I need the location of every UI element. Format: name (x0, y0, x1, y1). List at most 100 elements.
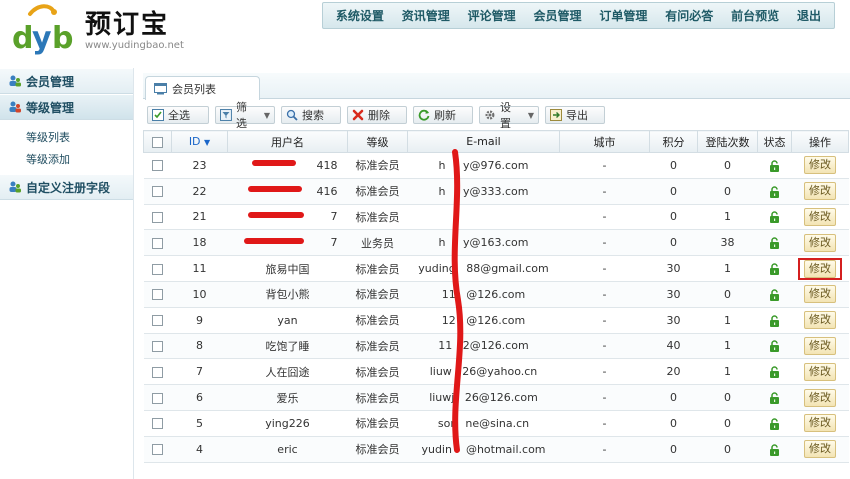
tab-member-list[interactable]: 会员列表 (145, 76, 260, 100)
unlock-icon[interactable] (769, 237, 780, 250)
table-row[interactable]: 23 418 标准会员 h y@976.com -0 0 修改 (143, 152, 849, 179)
row-select[interactable] (143, 152, 172, 179)
sidebar-item-level-add[interactable]: 等级添加 (0, 148, 133, 170)
table-row[interactable]: 9 yan 标准会员 12 @126.com -30 1 修改 (143, 307, 849, 334)
unlock-icon[interactable] (769, 340, 780, 353)
edit-button[interactable]: 修改 (804, 259, 836, 278)
edit-button[interactable]: 修改 (804, 311, 836, 330)
edit-button[interactable]: 修改 (804, 414, 836, 433)
unlock-icon[interactable] (769, 289, 780, 301)
header-status[interactable]: 状态 (757, 130, 792, 153)
table-row[interactable]: 6 爱乐 标准会员 liuwj 26@126.com -0 0 修改 (143, 384, 849, 411)
row-select[interactable] (143, 410, 172, 437)
table-row[interactable]: 4 eric 标准会员 yudin @hotmail.com -0 0 修改 (143, 436, 849, 463)
unlock-icon[interactable] (769, 211, 780, 224)
sidebar-section-levels[interactable]: 等级管理 (0, 94, 133, 120)
filter-dropdown[interactable]: 筛选 ▼ (215, 101, 275, 130)
refresh-button[interactable]: 刷新 (413, 106, 473, 124)
unlock-icon[interactable] (769, 160, 780, 172)
window-icon (154, 82, 167, 94)
edit-button[interactable]: 修改 (804, 233, 836, 252)
unlock-icon[interactable] (769, 366, 780, 379)
header-points[interactable]: 积分 (649, 130, 698, 153)
table-row[interactable]: 5 ying226 标准会员 sor ne@sina.cn -0 0 修改 (143, 410, 849, 437)
row-select[interactable] (143, 358, 172, 386)
row-select[interactable] (143, 281, 172, 308)
cell-actions: 修改 (791, 281, 849, 308)
unlock-icon[interactable] (769, 263, 780, 276)
header-logins[interactable]: 登陆次数 (697, 130, 758, 153)
export-button[interactable]: 导出 (545, 106, 605, 124)
edit-button[interactable]: 修改 (804, 388, 836, 407)
nav-frontend-preview[interactable]: 前台预览 (731, 7, 779, 24)
row-checkbox[interactable] (152, 186, 163, 198)
sidebar-section-members[interactable]: 会员管理 (0, 68, 133, 94)
settings-dropdown[interactable]: 设置 ▼ (479, 101, 539, 130)
row-checkbox[interactable] (152, 444, 163, 456)
select-all-button[interactable]: 全选 (147, 106, 209, 124)
cell-level: 标准会员 (347, 307, 408, 334)
edit-button[interactable]: 修改 (804, 362, 836, 381)
edit-button[interactable]: 修改 (804, 440, 836, 459)
edit-button[interactable]: 修改 (804, 156, 836, 175)
header-select[interactable] (143, 130, 172, 153)
row-checkbox[interactable] (152, 366, 163, 378)
search-button[interactable]: 搜索 (281, 106, 341, 124)
unlock-icon[interactable] (769, 392, 780, 405)
nav-news-management[interactable]: 资讯管理 (402, 7, 450, 24)
nav-logout[interactable]: 退出 (797, 7, 821, 24)
cell-logins: 1 (697, 333, 758, 360)
row-checkbox[interactable] (152, 392, 163, 404)
row-checkbox[interactable] (152, 418, 163, 430)
row-select[interactable] (143, 307, 172, 334)
unlock-icon[interactable] (769, 185, 780, 198)
cell-level: 标准会员 (347, 152, 408, 179)
nav-comment-management[interactable]: 评论管理 (468, 7, 516, 24)
cell-email: 11 @126.com (407, 281, 560, 308)
refresh-label: 刷新 (434, 109, 456, 122)
row-select[interactable] (143, 333, 172, 360)
row-select[interactable] (143, 229, 172, 257)
unlock-icon[interactable] (769, 314, 780, 327)
header-city[interactable]: 城市 (559, 130, 650, 153)
row-checkbox[interactable] (152, 340, 163, 352)
row-select[interactable] (143, 178, 172, 205)
nav-faq[interactable]: 有问必答 (665, 7, 713, 24)
header-level[interactable]: 等级 (347, 130, 408, 153)
row-select[interactable] (143, 204, 172, 231)
select-all-checkbox[interactable] (152, 136, 163, 148)
edit-button[interactable]: 修改 (804, 285, 836, 304)
nav-member-management[interactable]: 会员管理 (534, 7, 582, 24)
header-email[interactable]: E-mail (407, 130, 560, 153)
sidebar-item-level-list[interactable]: 等级列表 (0, 126, 133, 148)
table-row[interactable]: 8 吃饱了睡 标准会员 11 2@126.com -40 1 修改 (143, 333, 849, 360)
edit-button[interactable]: 修改 (804, 336, 836, 355)
delete-button[interactable]: 删除 (347, 106, 407, 124)
nav-system-settings[interactable]: 系统设置 (336, 7, 384, 24)
cell-points: 0 (649, 229, 698, 257)
nav-order-management[interactable]: 订单管理 (599, 7, 647, 24)
sidebar-section-custom-fields[interactable]: 自定义注册字段 (0, 174, 133, 200)
edit-button[interactable]: 修改 (804, 207, 836, 226)
header-id[interactable]: ID ▼ (171, 130, 228, 153)
row-checkbox[interactable] (152, 160, 163, 172)
row-checkbox[interactable] (152, 211, 163, 223)
cell-id: 22 (171, 178, 228, 205)
row-select[interactable] (143, 436, 172, 463)
table-row[interactable]: 10 背包小熊 标准会员 11 @126.com -30 0 修改 (143, 281, 849, 308)
logo[interactable]: d y b 预订宝 www.yudingbao.net (10, 2, 185, 58)
cell-id: 4 (171, 436, 228, 463)
row-checkbox[interactable] (152, 315, 163, 327)
row-select[interactable] (143, 255, 172, 282)
unlock-icon[interactable] (769, 418, 780, 430)
edit-button[interactable]: 修改 (804, 182, 836, 201)
header-username[interactable]: 用户名 (227, 130, 348, 153)
row-checkbox[interactable] (152, 263, 163, 275)
row-checkbox[interactable] (152, 237, 163, 249)
unlock-icon[interactable] (769, 443, 780, 456)
cell-status (757, 204, 792, 231)
row-checkbox[interactable] (152, 289, 163, 301)
row-select[interactable] (143, 384, 172, 411)
table-row[interactable]: 7 人在囧途 标准会员 liuw 26@yahoo.cn -20 1 修改 (143, 358, 849, 386)
table-row[interactable]: 11 旅易中国 标准会员 yuding 88@gmail.com -30 1 修改 (143, 255, 849, 282)
